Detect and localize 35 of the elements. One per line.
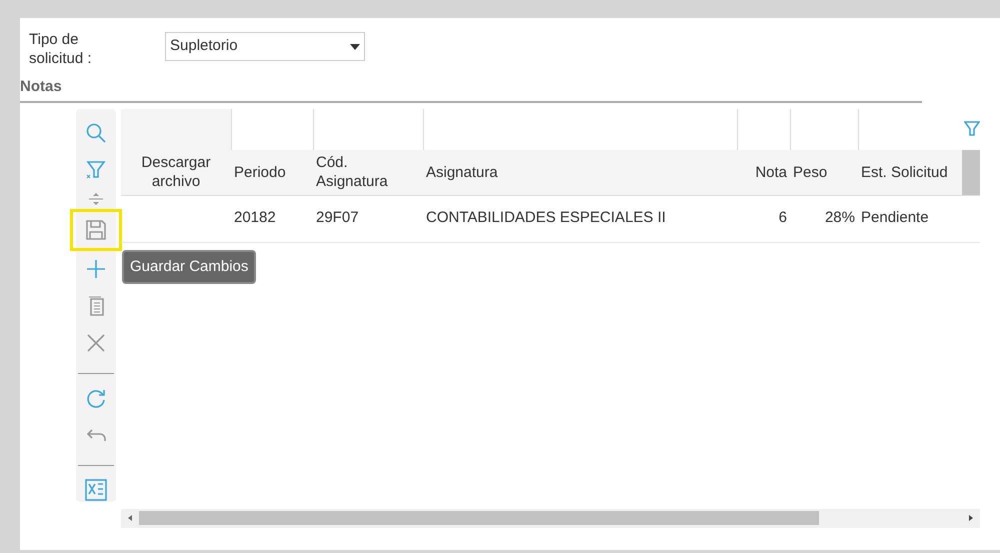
filter-cell[interactable] bbox=[231, 108, 313, 150]
table-cell: 20182 bbox=[234, 209, 276, 226]
field-label: Tipo de solicitud : bbox=[29, 30, 93, 68]
close-icon bbox=[85, 332, 107, 354]
scrollbar-thumb[interactable] bbox=[139, 511, 819, 525]
table-cell: 6 bbox=[778, 209, 787, 226]
filter-cell[interactable] bbox=[790, 108, 858, 150]
table-cell: 28% bbox=[824, 209, 855, 226]
filter-cell[interactable] bbox=[737, 108, 790, 150]
table-cell: Pendiente bbox=[861, 209, 929, 226]
horizontal-scrollbar[interactable] bbox=[121, 508, 980, 528]
spreadsheet-icon bbox=[84, 478, 108, 502]
dropdown-caret-icon bbox=[350, 44, 360, 50]
add-icon bbox=[85, 258, 107, 280]
column-header: Periodo bbox=[234, 162, 286, 182]
search-icon bbox=[85, 122, 107, 144]
table-row[interactable]: 20182 29F07 CONTABILIDADES ESPECIALES II 6 28% Pendiente bbox=[121, 196, 980, 242]
filter-icon[interactable] bbox=[964, 120, 980, 138]
column-header: Nota bbox=[755, 162, 787, 182]
column-header: Cód. Asignatura bbox=[316, 153, 389, 191]
filter-icon bbox=[85, 159, 107, 181]
filter-cell[interactable] bbox=[423, 108, 737, 150]
vertical-scrollbar[interactable] bbox=[962, 150, 980, 194]
column-header: Peso bbox=[793, 162, 828, 182]
column-header: Descargar archivo bbox=[140, 153, 212, 191]
column-header: Asignatura bbox=[426, 162, 498, 182]
floppy-icon bbox=[85, 218, 107, 240]
table-cell: CONTABILIDADES ESPECIALES II bbox=[426, 209, 666, 226]
section-title: Notas bbox=[20, 78, 62, 95]
column-header: Est. Solicitud bbox=[861, 162, 948, 182]
refresh-icon bbox=[85, 387, 107, 409]
tooltip: Guardar Cambios bbox=[122, 250, 256, 284]
type-select[interactable]: Supletorio bbox=[165, 32, 365, 61]
filter-cell[interactable] bbox=[313, 108, 423, 150]
table-cell: 29F07 bbox=[316, 209, 359, 226]
